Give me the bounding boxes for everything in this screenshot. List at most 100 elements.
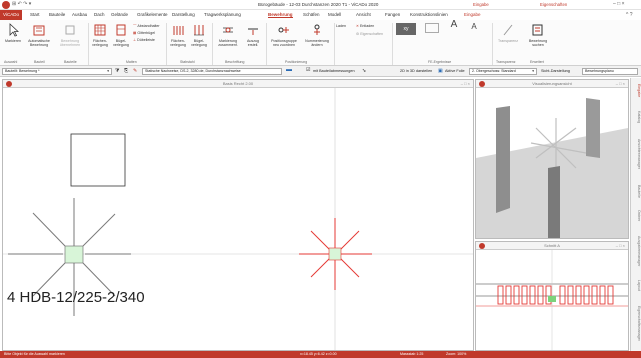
- automatic-rebar-icon: [33, 25, 45, 36]
- tab-ansicht[interactable]: Ansicht: [356, 12, 371, 17]
- sicht-label: Sicht-Darstellung: [541, 69, 570, 73]
- nummerierung-button[interactable]: Nummerierung ändern: [302, 23, 332, 47]
- entladen-button[interactable]: ✕ Entladen: [356, 24, 382, 28]
- sidebar-tab-ordner[interactable]: Ordner: [632, 206, 641, 226]
- group-transparenz: Transparenz: [496, 60, 516, 64]
- quick-access-toolbar[interactable]: ⊞ ↶ ↷ ▾: [12, 1, 31, 7]
- positionsgruppe-button[interactable]: Positionsgruppe neu zuordnen: [268, 23, 300, 47]
- markierung-button[interactable]: Markierung zusammenf.: [214, 23, 242, 47]
- tab-bewehrung[interactable]: Bewehrung: [268, 12, 293, 18]
- tab-ausbau[interactable]: Ausbau: [72, 12, 87, 17]
- drawing-canvas[interactable]: 4 HDB-12/225-2/340: [3, 88, 473, 350]
- duebelleiste-label: Dübelleiste: [137, 38, 155, 42]
- visualization-header: Visualisierungsansicht – □ ×: [476, 80, 628, 88]
- status-coords: x=18.45 y=6.42 z=0.00: [300, 352, 337, 356]
- section-stirrup: [591, 285, 598, 305]
- tab-start[interactable]: Start: [30, 12, 40, 17]
- bew-uebernehmen-button[interactable]: Bewehrung übernehmen: [56, 23, 84, 47]
- sicht-select[interactable]: Bewehrungsplanu: [582, 68, 638, 75]
- fe-button-2[interactable]: [422, 23, 442, 34]
- sidebar-tab-katalog[interactable]: Katalog: [632, 106, 641, 128]
- laden-label: Laden: [336, 24, 346, 28]
- options-bar: Bauteilt: Bewehrung * ▾ ⧩ ⎘ ✎ Statische N…: [0, 66, 641, 77]
- buegelverlegung-stab-button[interactable]: Bügel-verlegung: [189, 23, 209, 47]
- section-stirrup: [537, 285, 544, 305]
- sidebar-tab-eigenschaftsmanager[interactable]: Eigenschaftsmanager: [632, 298, 641, 348]
- sicht-value: Bewehrungsplanu: [585, 69, 614, 73]
- flaechenverlegung-matten-button[interactable]: Flächen-verlegung: [90, 23, 110, 47]
- sidebar-tab-eingabe[interactable]: Eingabe: [632, 80, 641, 102]
- 3d-canvas[interactable]: [476, 88, 628, 238]
- column-3d-left: [496, 106, 510, 213]
- xy-button[interactable]: xy: [394, 23, 418, 36]
- tab-tragwerksplanung[interactable]: Tragwerksplanung: [204, 12, 241, 17]
- flaechenverlegung-label: Flächen-verlegung: [92, 39, 108, 47]
- flaechenverlegung-stab-button[interactable]: Flächen-verlegung: [168, 23, 188, 47]
- section-window[interactable]: Schnitt A – □ ×: [475, 241, 629, 351]
- auto-bewehrung-button[interactable]: Automatische Bewehrung: [26, 23, 52, 47]
- copy-icon[interactable]: ⎘: [124, 68, 128, 74]
- tab-grafikelemente[interactable]: Grafikelemente: [137, 12, 168, 17]
- hint-field[interactable]: Statische Nachweise, DS-2, 3280.de, Durc…: [142, 68, 282, 75]
- section-stirrup: [505, 285, 512, 305]
- tab-dach[interactable]: Dach: [94, 12, 105, 17]
- stirrup-mesh-icon: [116, 24, 126, 36]
- layer-icon[interactable]: ▬: [286, 67, 292, 73]
- main-view-title: Basis Recht 2.00: [222, 81, 254, 86]
- window-controls[interactable]: – □ ×: [613, 1, 625, 7]
- markieren-button[interactable]: Markieren: [2, 23, 24, 43]
- pen-icon[interactable]: ✎: [133, 68, 137, 74]
- sidebar-tab-layout[interactable]: Layout: [632, 276, 641, 294]
- fe-font-small-button[interactable]: A: [465, 23, 483, 31]
- checkbox-icon[interactable]: ☑: [306, 67, 310, 73]
- mesh-icon: [94, 24, 106, 36]
- tab-fangen[interactable]: Fangen: [385, 12, 400, 17]
- abstandhalter-button[interactable]: ⌒ Abstandhalter: [133, 24, 163, 28]
- app-menu-button[interactable]: ViCADo: [0, 10, 22, 20]
- window-logo-icon: [6, 81, 12, 87]
- checkbox-label: mit Bauteilabmessungen: [313, 69, 355, 73]
- sidebar-tab-bauteile[interactable]: Bauteile: [632, 180, 641, 202]
- eigenschaften-button[interactable]: ⚙ Eigenschaften: [356, 32, 390, 36]
- context-tab-eingabe[interactable]: Eingabe: [473, 2, 489, 7]
- buegelverlegung2-label: Bügel-verlegung: [191, 39, 207, 47]
- section-canvas[interactable]: [476, 250, 628, 350]
- status-text: Bitte Objekt für die Auswahl markieren: [4, 352, 65, 356]
- filter-icon[interactable]: ⧩: [115, 68, 119, 74]
- tab-schaefen[interactable]: Schäfen: [303, 12, 320, 17]
- transparenz-button[interactable]: Transparenz: [494, 23, 522, 43]
- duebelleiste-button[interactable]: ⊥ Dübelleiste: [133, 38, 163, 42]
- tab-gelaende[interactable]: Gelände: [111, 12, 128, 17]
- transparenz-label: Transparenz: [497, 39, 519, 43]
- tab-konstruktionslinien[interactable]: Konstruktionslinien: [410, 12, 448, 17]
- tab-darstellung[interactable]: Darstellung: [172, 12, 195, 17]
- view3d-label[interactable]: 2D in 3D darstellen: [400, 69, 432, 73]
- visualization-window[interactable]: Visualisierungsansicht – □ ×: [475, 79, 629, 239]
- tab-eingabe[interactable]: Eingabe: [464, 12, 481, 17]
- bewehrung-suchen-button[interactable]: Bewehrung suchen: [525, 23, 551, 47]
- main-view-window[interactable]: Basis Recht 2.00 – □ × 4 HDB-12/225-2/34…: [2, 79, 474, 351]
- aktive-folie-select[interactable]: 2. Obergeschoss: Standard ▾: [469, 68, 537, 75]
- ribbon-collapse-icon[interactable]: ^ ?: [626, 12, 633, 18]
- app-logo-icon[interactable]: [2, 1, 10, 9]
- window-controls[interactable]: – □ ×: [616, 242, 625, 250]
- window-controls[interactable]: – □ ×: [616, 80, 625, 88]
- extract-icon: [248, 28, 258, 35]
- tab-modell[interactable]: Modell: [328, 12, 341, 17]
- fe-font-large-button[interactable]: A: [445, 20, 463, 30]
- gitterbuegel-button[interactable]: ▦ Gitterbügel: [133, 31, 163, 35]
- window-controls[interactable]: – □ ×: [461, 80, 470, 88]
- buegelverlegung-matten-button[interactable]: Bügel-verlegung: [111, 23, 131, 47]
- context-tab-eigenschaften[interactable]: Eigenschaften: [540, 2, 567, 7]
- hint-text: Statische Nachweise, DS-2, 3280.de, Durc…: [145, 69, 241, 73]
- auszug-button[interactable]: Auszug erstell.: [243, 23, 263, 47]
- column-square: [70, 133, 126, 187]
- sidebar-tab-ansichtenmanager[interactable]: Ansichtenmanager: [632, 132, 641, 176]
- search-rebar-icon: [532, 24, 543, 36]
- arrow-icon[interactable]: ➘: [362, 68, 366, 74]
- laden-button[interactable]: Laden: [336, 24, 354, 28]
- ribbon: Markieren Automatische Bewehrung Bewehru…: [0, 20, 641, 66]
- tab-bauteile[interactable]: Bauteile: [49, 12, 65, 17]
- sidebar-tab-ausgabenmanager[interactable]: Ausgabenmanager: [632, 230, 641, 272]
- object-type-select[interactable]: Bauteilt: Bewehrung * ▾: [2, 68, 112, 75]
